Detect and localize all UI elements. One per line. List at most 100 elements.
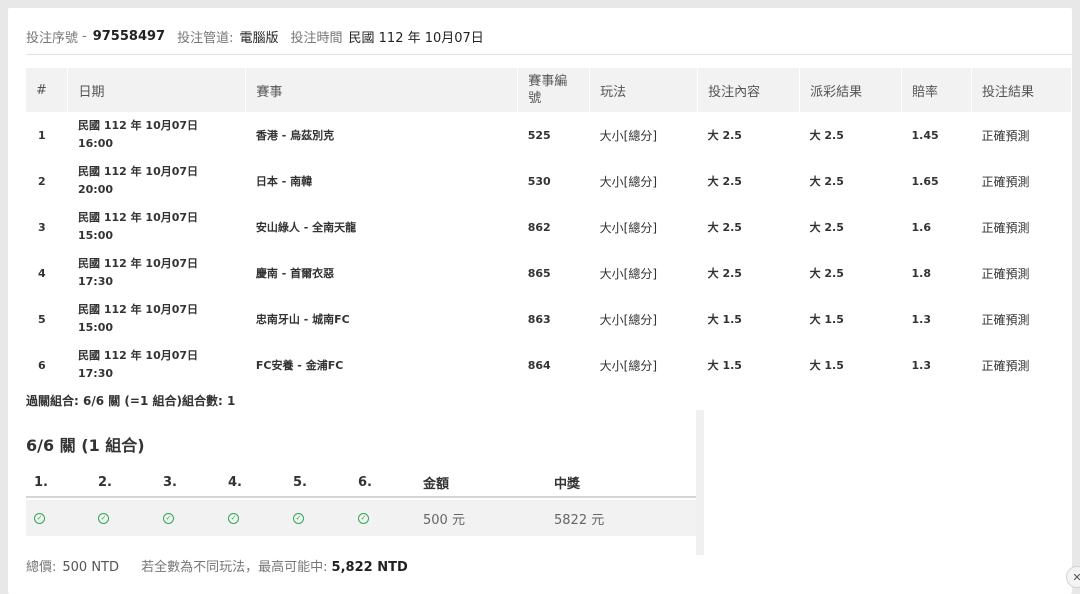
total-label: 總價:: [26, 560, 57, 575]
row-no: 5: [38, 312, 46, 326]
col-no: #: [26, 68, 69, 112]
table-row: 4 民國 112 年 10月07日 17:30 慶南 - 首爾衣惡 865 大小[總分] 大…: [26, 250, 1072, 296]
serial-separator: -: [82, 28, 87, 44]
row-match: 慶南 - 首爾衣惡: [255, 267, 335, 280]
bet-detail-panel: 投注序號 - 97558497 投注管道: 電腦版 投注時間 民國 112 年 …: [8, 8, 1073, 594]
row-payout: 大 2.5: [809, 221, 844, 234]
max-label: 若全數為不同玩法，最高可能中:: [141, 560, 328, 575]
row-bet: 大 1.5: [707, 359, 742, 372]
channel-value: 電腦版: [239, 30, 279, 46]
row-payout: 大 2.5: [809, 129, 844, 142]
time-value: 民國 112 年 10月07日: [348, 30, 484, 46]
table-row: 2 民國 112 年 10月07日 20:00 日本 - 南韓 530 大小[總分] 大 2…: [26, 158, 1072, 204]
combo-data-row: ✓ ✓ ✓ ✓ ✓ ✓ 500 元 5822 元: [26, 500, 696, 536]
table-header-row: # 日期 賽事 賽事編號 玩法 投注內容 派彩結果 賠率 投注結果: [26, 68, 1073, 112]
table-row: 1 民國 112 年 10月07日 16:00 香港 - 烏茲別克 525 大小[總分] 大…: [26, 112, 1072, 158]
row-no: 1: [38, 128, 46, 142]
row-code: 525: [527, 128, 551, 142]
col-date: 日期: [67, 68, 247, 112]
check-circle-icon: ✓: [358, 512, 369, 524]
footer-summary: 總價: 500 NTD 若全數為不同玩法，最高可能中: 5,822 NTD: [26, 556, 408, 575]
combo-col-5: 5.: [293, 474, 307, 490]
row-no: 6: [38, 358, 46, 372]
row-result: 正確預測: [981, 312, 1030, 327]
bet-info-line: 投注序號 - 97558497 投注管道: 電腦版 投注時間 民國 112 年 …: [26, 26, 496, 46]
serial-value: 97558497: [92, 28, 166, 44]
row-date-text: 民國 112 年 10月07日: [77, 303, 199, 316]
table-row: 5 民國 112 年 10月07日 15:00 忠南牙山 - 城南FC 863 大小[總分…: [26, 296, 1072, 342]
row-match: 忠南牙山 - 城南FC: [255, 313, 350, 326]
row-code: 864: [527, 358, 551, 372]
row-bet: 大 2.5: [707, 221, 742, 234]
row-odds: 1.65: [911, 174, 939, 188]
row-code: 862: [527, 220, 551, 234]
combo-amount: 500 元: [423, 512, 465, 528]
row-no: 4: [38, 266, 46, 280]
vertical-separator: [696, 410, 704, 555]
row-odds: 1.8: [911, 266, 932, 280]
combo-col-6: 6.: [358, 474, 372, 490]
col-bet: 投注內容: [697, 68, 801, 112]
col-result: 投注結果: [971, 68, 1073, 112]
row-time-text: 17:30: [77, 275, 113, 288]
row-match: 安山綠人 - 全南天龍: [255, 221, 357, 234]
row-code: 865: [527, 266, 551, 280]
check-circle-icon: ✓: [98, 512, 109, 524]
col-payout: 派彩結果: [799, 68, 903, 112]
row-date: 民國 112 年 10月07日 17:30: [68, 342, 246, 388]
row-date-text: 民國 112 年 10月07日: [77, 349, 199, 362]
combo-title: 6/6 關 (1 組合): [26, 436, 145, 455]
header-divider: [26, 54, 1072, 55]
row-date: 民國 112 年 10月07日 15:00: [68, 296, 246, 342]
row-match: FC安養 - 金浦FC: [255, 359, 344, 372]
row-result: 正確預測: [981, 174, 1030, 189]
combo-col-prize: 中獎: [554, 476, 581, 492]
table-row: 3 民國 112 年 10月07日 15:00 安山綠人 - 全南天龍 862 大小[總分…: [26, 204, 1072, 250]
row-no: 3: [38, 220, 46, 234]
row-date-text: 民國 112 年 10月07日: [77, 257, 199, 270]
bets-table: # 日期 賽事 賽事編號 玩法 投注內容 派彩結果 賠率 投注結果 1 民國 11…: [26, 68, 1073, 388]
row-time-text: 16:00: [77, 137, 113, 150]
combo-col-2: 2.: [98, 474, 112, 490]
row-bet: 大 2.5: [707, 175, 742, 188]
row-odds: 1.6: [911, 220, 932, 234]
row-time-text: 17:30: [77, 367, 113, 380]
row-play: 大小[總分]: [599, 220, 658, 235]
row-date: 民國 112 年 10月07日 17:30: [68, 250, 246, 296]
col-play: 玩法: [589, 68, 699, 112]
row-date-text: 民國 112 年 10月07日: [77, 165, 199, 178]
check-circle-icon: ✓: [228, 512, 239, 524]
col-match: 賽事: [245, 68, 519, 112]
row-date: 民國 112 年 10月07日 20:00: [68, 158, 246, 204]
row-result: 正確預測: [981, 220, 1030, 235]
combo-summary: 過關組合: 6/6 關 (=1 組合)組合數: 1: [26, 394, 236, 408]
combo-col-3: 3.: [163, 474, 177, 490]
row-play: 大小[總分]: [599, 128, 658, 143]
row-match: 香港 - 烏茲別克: [255, 129, 335, 142]
row-code: 530: [527, 174, 551, 188]
combo-col-amount: 金額: [423, 476, 450, 492]
row-time-text: 15:00: [77, 321, 113, 334]
row-date: 民國 112 年 10月07日 16:00: [68, 112, 246, 158]
check-circle-icon: ✓: [293, 512, 304, 524]
row-code: 863: [527, 312, 551, 326]
row-payout: 大 2.5: [809, 175, 844, 188]
row-bet: 大 2.5: [707, 267, 742, 280]
max-value: 5,822 NTD: [331, 560, 408, 575]
row-odds: 1.45: [911, 128, 939, 142]
time-label: 投注時間: [290, 30, 343, 46]
check-circle-icon: ✓: [163, 512, 174, 524]
combo-col-4: 4.: [228, 474, 242, 490]
row-date-text: 民國 112 年 10月07日: [77, 119, 199, 132]
channel-label: 投注管道:: [177, 30, 234, 46]
row-bet: 大 1.5: [707, 313, 742, 326]
close-icon: ✕: [1072, 570, 1080, 584]
row-result: 正確預測: [981, 358, 1030, 373]
col-odds: 賠率: [901, 68, 972, 112]
serial-label: 投注序號: [26, 30, 79, 46]
row-odds: 1.3: [911, 312, 932, 326]
table-row: 6 民國 112 年 10月07日 17:30 FC安養 - 金浦FC 864 大小[總分…: [26, 342, 1072, 388]
combo-header-row: 1. 2. 3. 4. 5. 6. 金額 中獎: [26, 468, 696, 498]
row-time-text: 20:00: [77, 183, 113, 196]
row-play: 大小[總分]: [599, 312, 658, 327]
